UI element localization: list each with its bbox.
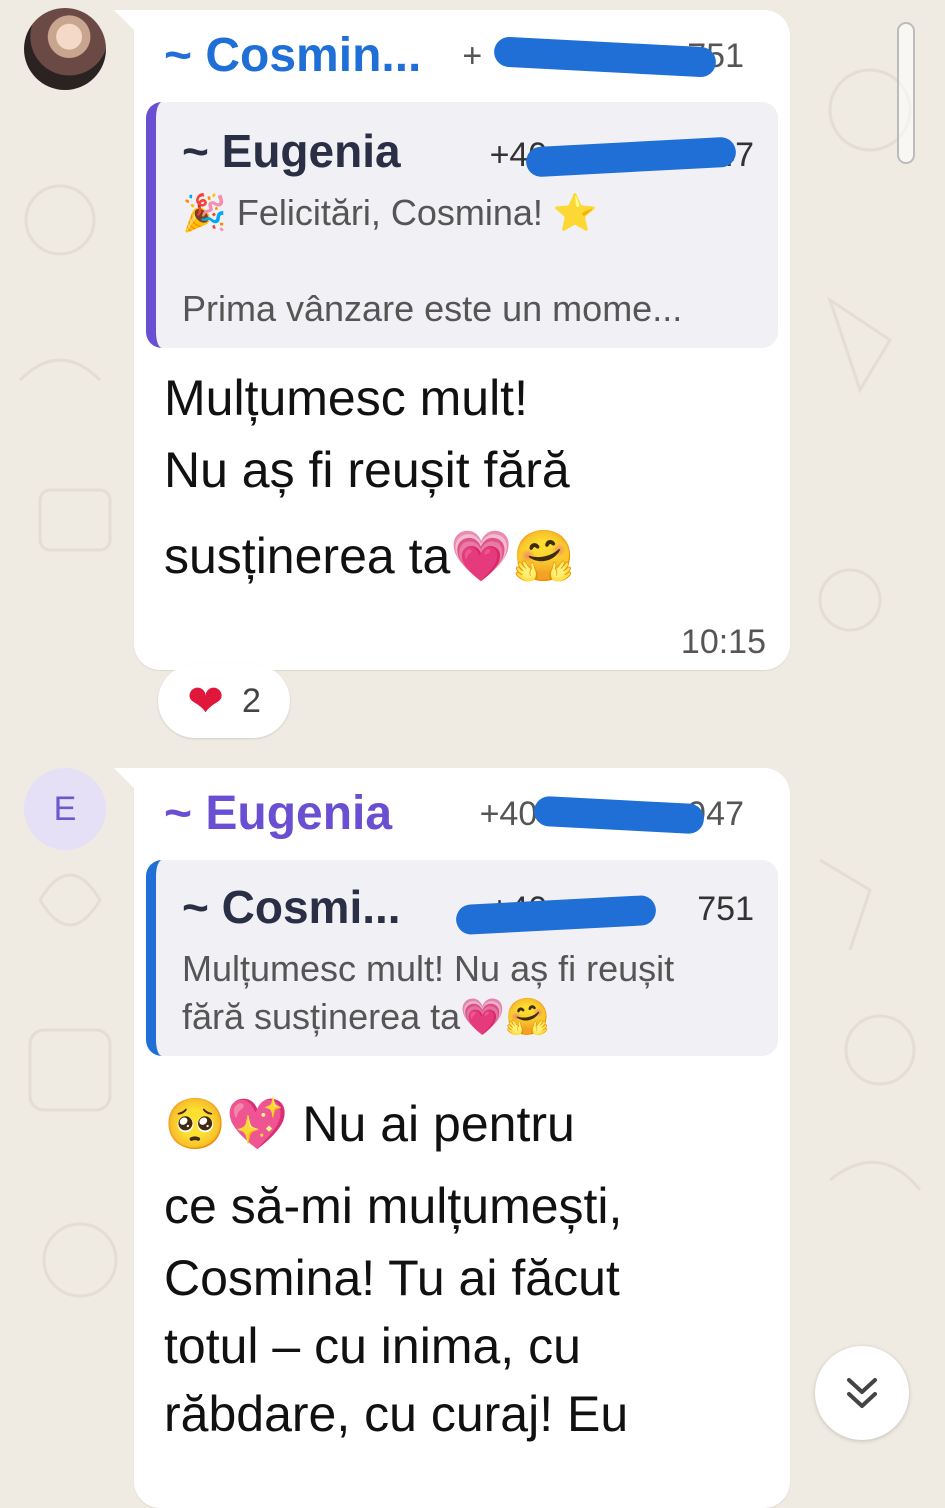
quoted-text-line: Mulțumesc mult! Nu aș fi reușit xyxy=(182,948,675,989)
bubble-tail xyxy=(114,10,136,32)
heart-icon: ❤ xyxy=(187,676,224,726)
sender-name[interactable]: ~ Eugenia xyxy=(164,786,392,842)
sender-name[interactable]: ~ Cosmin... xyxy=(164,28,421,84)
message-bubble-eugenia[interactable]: ~ Eugenia +40947 ~ Cosmi... +40751 Mulțu… xyxy=(134,768,790,1508)
avatar-eugenia[interactable]: E xyxy=(24,768,106,850)
avatar-cosmina[interactable] xyxy=(24,8,106,90)
quoted-sender-name: ~ Cosmi... xyxy=(182,881,401,933)
message-bubble-cosmina[interactable]: ~ Cosmin... +751 ~ Eugenia +40947 🎉 Feli… xyxy=(134,10,790,670)
quoted-text-line: 🎉 Felicitări, Cosmina! ⭐ xyxy=(182,192,598,233)
message-text: 🥺💖 Nu ai pentru ce să-mi mulțumești, Cos… xyxy=(164,1086,760,1448)
avatar-letter: E xyxy=(53,789,77,828)
quoted-message[interactable]: ~ Eugenia +40947 🎉 Felicitări, Cosmina! … xyxy=(146,102,778,348)
phone-prefix: + xyxy=(462,37,483,75)
double-chevron-down-icon xyxy=(847,1378,877,1408)
phone-suffix: 751 xyxy=(697,890,754,928)
message-timestamp: 10:15 xyxy=(680,623,766,661)
message-line: Mulțumesc mult! xyxy=(164,370,528,426)
message-line: Nu aș fi reușit fără xyxy=(164,442,570,498)
quoted-text-line: Prima vânzare este un mome... xyxy=(182,288,683,329)
message-line: susținerea ta💗🤗 xyxy=(164,528,575,584)
scrollbar-thumb[interactable] xyxy=(897,22,915,164)
message-line: Cosmina! Tu ai făcut xyxy=(164,1250,620,1306)
quoted-message[interactable]: ~ Cosmi... +40751 Mulțumesc mult! Nu aș … xyxy=(146,860,778,1056)
bubble-tail xyxy=(114,768,136,790)
message-line: 🥺💖 Nu ai pentru xyxy=(164,1096,575,1152)
message-line: ce să-mi mulțumești, xyxy=(164,1178,623,1234)
reaction-badge[interactable]: ❤ 2 xyxy=(158,664,290,738)
reaction-count: 2 xyxy=(241,681,261,720)
quoted-sender-name: ~ Eugenia xyxy=(182,125,401,177)
message-line: totul – cu inima, cu xyxy=(164,1318,581,1374)
message-line: răbdare, cu curaj! Eu xyxy=(164,1386,629,1442)
scroll-to-bottom-button[interactable] xyxy=(815,1346,909,1440)
quoted-text-line: fără susținerea ta💗🤗 xyxy=(182,996,550,1037)
phone-prefix: +40 xyxy=(479,795,538,833)
redaction-mark xyxy=(455,894,657,936)
sender-row: ~ Eugenia +40 947 xyxy=(164,786,760,842)
message-text: Mulțumesc mult! Nu aș fi reușit fără sus… xyxy=(164,362,760,592)
sender-row: ~ Cosmin... +751 xyxy=(164,28,760,84)
